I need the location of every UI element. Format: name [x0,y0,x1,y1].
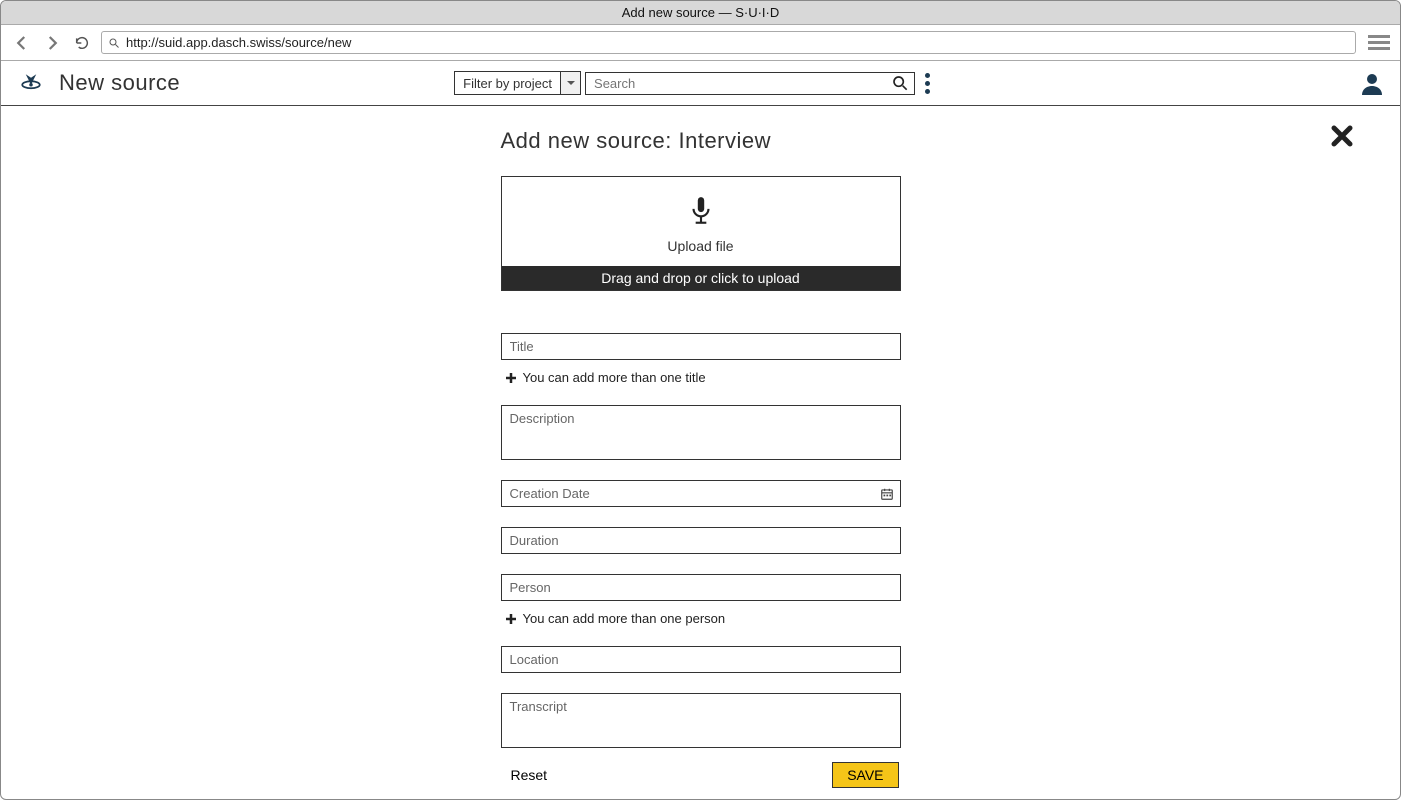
filter-label: Filter by project [455,73,560,94]
magnify-icon [108,37,120,49]
title-input[interactable] [502,334,900,359]
person-hint-text: You can add more than one person [523,611,726,626]
add-title-hint[interactable]: You can add more than one title [505,370,901,385]
person-field[interactable] [501,574,901,601]
transcript-input[interactable] [502,694,900,742]
search-box[interactable] [585,72,915,95]
close-icon[interactable] [1330,124,1354,148]
calendar-icon[interactable] [880,487,894,501]
location-field[interactable] [501,646,901,673]
chevron-down-icon [560,72,580,94]
search-icon[interactable] [886,75,914,91]
page-title: New source [59,70,180,96]
plus-icon [505,613,517,625]
nav-reload-icon[interactable] [71,32,93,54]
app-header: New source Filter by project [1,61,1400,106]
microphone-icon [688,195,714,227]
form-heading: Add new source: Interview [501,128,901,154]
add-person-hint[interactable]: You can add more than one person [505,611,901,626]
window-titlebar: Add new source — S·U·I·D [1,1,1400,25]
hamburger-icon[interactable] [1368,35,1390,50]
url-bar[interactable] [101,31,1356,54]
search-input[interactable] [586,73,886,94]
browser-navbar [1,25,1400,61]
creation-date-field[interactable] [501,480,901,507]
reset-button[interactable]: Reset [503,763,556,787]
duration-field[interactable] [501,527,901,554]
upload-hint: Drag and drop or click to upload [502,266,900,290]
transcript-field[interactable] [501,693,901,748]
nav-back-icon[interactable] [11,32,33,54]
upload-label: Upload file [502,238,900,254]
plus-icon [505,372,517,384]
duration-input[interactable] [502,528,900,553]
upload-dropzone[interactable]: Upload file Drag and drop or click to up… [501,176,901,291]
creation-date-input[interactable] [502,481,900,506]
save-button[interactable]: SAVE [832,762,898,788]
filter-dropdown[interactable]: Filter by project [454,71,581,95]
person-input[interactable] [502,575,900,600]
app-logo-icon [17,69,45,97]
title-hint-text: You can add more than one title [523,370,706,385]
description-input[interactable] [502,406,900,454]
description-field[interactable] [501,405,901,460]
location-input[interactable] [502,647,900,672]
window-title: Add new source — S·U·I·D [622,5,780,20]
nav-forward-icon[interactable] [41,32,63,54]
title-field[interactable] [501,333,901,360]
kebab-menu-icon[interactable] [925,73,930,94]
url-input[interactable] [126,35,1349,50]
user-icon[interactable] [1360,71,1384,95]
